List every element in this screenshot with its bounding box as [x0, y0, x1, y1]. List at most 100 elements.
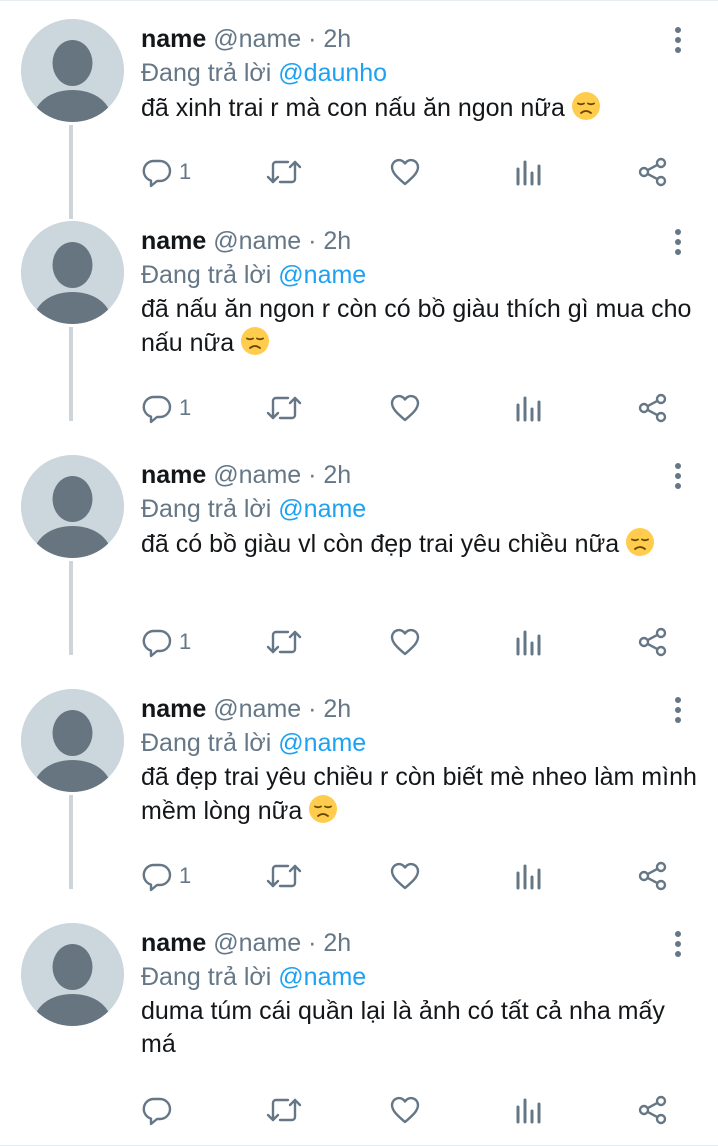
replying-to-line: Đang trả lời @name [141, 727, 366, 759]
separator-dot: · [301, 25, 324, 53]
avatar[interactable] [21, 923, 124, 1026]
user-handle[interactable]: @name [206, 25, 301, 53]
analytics-button[interactable] [515, 858, 543, 894]
reply-thread: name @name · 2h Đang trả lời @daunho đã xi… [0, 0, 718, 1146]
separator-dot: · [301, 929, 324, 957]
timestamp[interactable]: 2h [323, 695, 351, 723]
replying-to-label: Đang trả lời [141, 963, 279, 991]
retweet-button[interactable] [265, 858, 303, 894]
tweet-text-content: đã nấu ăn ngon r còn có bồ giàu thích gì… [141, 295, 692, 357]
tweet-text-content: đã xinh trai r mà con nấu ăn ngon nữa [141, 94, 565, 122]
like-button[interactable] [389, 1092, 421, 1128]
like-icon [389, 626, 421, 658]
tweet-text-content: đã có bồ giàu vl còn đẹp trai yêu chiều … [141, 530, 620, 558]
mention-link[interactable]: @name [278, 261, 366, 289]
reply-icon [141, 860, 173, 892]
reply-count: 1 [179, 395, 192, 420]
retweet-button[interactable] [265, 624, 303, 660]
analytics-icon [515, 860, 543, 892]
tweet-header: name @name · 2h [141, 23, 351, 55]
analytics-icon [515, 626, 543, 658]
more-icon[interactable] [664, 225, 692, 259]
tweet-action-bar [141, 1092, 701, 1128]
display-name[interactable]: name [141, 227, 206, 255]
reply-button[interactable]: 1 [141, 858, 191, 894]
tweet-header: name @name · 2h [141, 927, 351, 959]
mention-link[interactable]: @name [278, 495, 366, 523]
tweet-text: duma túm cái quần lại là ảnh có tất cả n… [141, 995, 701, 1061]
thread-connector-line [69, 327, 73, 421]
timestamp[interactable]: 2h [323, 25, 351, 53]
tweet-action-bar: 1 [141, 390, 701, 426]
timestamp[interactable]: 2h [323, 461, 351, 489]
like-icon [389, 392, 421, 424]
tweet-text-content: duma túm cái quần lại là ảnh có tất cả n… [141, 997, 665, 1058]
reply-button[interactable]: 1 [141, 154, 191, 190]
display-name[interactable]: name [141, 461, 206, 489]
user-handle[interactable]: @name [206, 461, 301, 489]
avatar[interactable] [21, 689, 124, 792]
avatar[interactable] [21, 455, 124, 558]
reply-button[interactable] [141, 1092, 173, 1128]
reply-count: 1 [179, 863, 192, 888]
mention-link[interactable]: @name [278, 729, 366, 757]
share-button[interactable] [637, 154, 669, 190]
user-handle[interactable]: @name [206, 227, 301, 255]
tweet-action-bar: 1 [141, 154, 701, 190]
user-handle[interactable]: @name [206, 929, 301, 957]
display-name[interactable]: name [141, 25, 206, 53]
like-button[interactable] [389, 624, 421, 660]
reply-icon [141, 626, 173, 658]
share-button[interactable] [637, 390, 669, 426]
replying-to-line: Đang trả lời @name [141, 493, 366, 525]
like-button[interactable] [389, 858, 421, 894]
mention-link[interactable]: @name [278, 963, 366, 991]
share-button[interactable] [637, 1092, 669, 1128]
more-icon[interactable] [664, 23, 692, 57]
analytics-button[interactable] [515, 624, 543, 660]
analytics-icon [515, 156, 543, 188]
reply-button[interactable]: 1 [141, 390, 191, 426]
share-icon [637, 392, 669, 424]
more-icon[interactable] [664, 693, 692, 727]
like-button[interactable] [389, 154, 421, 190]
share-button[interactable] [637, 858, 669, 894]
tweet[interactable]: name @name · 2h Đang trả lời @name đã đẹp … [0, 671, 718, 905]
replying-to-label: Đang trả lời [141, 495, 279, 523]
analytics-button[interactable] [515, 1092, 543, 1128]
display-name[interactable]: name [141, 695, 206, 723]
tweet-text-content: đã đẹp trai yêu chiều r còn biết mè nheo… [141, 763, 697, 825]
display-name[interactable]: name [141, 929, 206, 957]
tweet[interactable]: name @name · 2h Đang trả lời @name duma tú… [0, 905, 718, 1146]
thread-connector-line [69, 795, 73, 889]
tweet[interactable]: name @name · 2h Đang trả lời @daunho đã xi… [0, 1, 718, 219]
more-icon[interactable] [664, 927, 692, 961]
retweet-button[interactable] [265, 1092, 303, 1128]
share-button[interactable] [637, 624, 669, 660]
analytics-button[interactable] [515, 390, 543, 426]
analytics-button[interactable] [515, 154, 543, 190]
like-icon [389, 860, 421, 892]
timestamp[interactable]: 2h [323, 227, 351, 255]
user-handle[interactable]: @name [206, 695, 301, 723]
avatar[interactable] [21, 19, 124, 122]
tweet[interactable]: name @name · 2h Đang trả lời @name đã nấu … [0, 203, 718, 437]
reply-icon [141, 156, 173, 188]
like-icon [389, 1094, 421, 1126]
tweet[interactable]: name @name · 2h Đang trả lời @name đã có b… [0, 437, 718, 671]
retweet-button[interactable] [265, 390, 303, 426]
tweet-text: đã xinh trai r mà con nấu ăn ngon nữa [141, 91, 701, 125]
like-button[interactable] [389, 390, 421, 426]
avatar[interactable] [21, 221, 124, 324]
mention-link[interactable]: @daunho [278, 59, 387, 87]
thread-connector-line [69, 561, 73, 655]
analytics-icon [515, 1094, 543, 1126]
more-icon[interactable] [664, 459, 692, 493]
replying-to-label: Đang trả lời [141, 729, 279, 757]
replying-to-line: Đang trả lời @name [141, 961, 366, 993]
reply-button[interactable]: 1 [141, 624, 191, 660]
share-icon [637, 860, 669, 892]
retweet-button[interactable] [265, 154, 303, 190]
timestamp[interactable]: 2h [323, 929, 351, 957]
replying-to-label: Đang trả lời [141, 261, 279, 289]
